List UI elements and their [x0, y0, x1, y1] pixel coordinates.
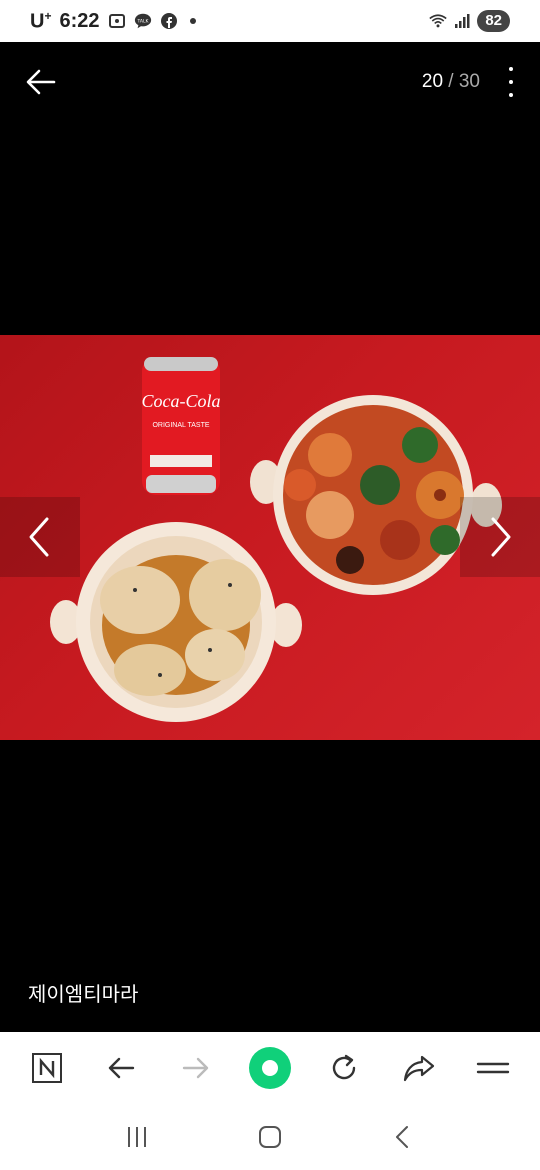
- share-button[interactable]: [395, 1044, 443, 1092]
- coke-can: Coca-Cola ORIGINAL TASTE: [142, 357, 221, 495]
- screenshot-icon: [108, 12, 126, 30]
- hamburger-menu-icon: [476, 1062, 510, 1074]
- system-back-button[interactable]: [379, 1113, 427, 1161]
- system-back-icon: [396, 1126, 409, 1148]
- status-left: U+ 6:22 TALK: [30, 9, 196, 34]
- counter-separator: /: [448, 71, 454, 92]
- next-image-button[interactable]: [460, 497, 540, 577]
- status-right: 82: [429, 10, 510, 32]
- wifi-icon: [429, 12, 448, 30]
- previous-image-button[interactable]: [0, 497, 80, 577]
- image-caption: 제이엠티마라: [28, 984, 139, 1006]
- food-photo[interactable]: Coca-Cola ORIGINAL TASTE: [0, 335, 540, 740]
- home-button[interactable]: [246, 1113, 294, 1161]
- browser-forward-button[interactable]: [172, 1044, 220, 1092]
- food-photo-illustration: Coca-Cola ORIGINAL TASTE: [50, 357, 502, 722]
- battery-indicator: 82: [477, 10, 510, 32]
- reload-button[interactable]: [320, 1044, 368, 1092]
- arrow-left-icon: [109, 1057, 135, 1079]
- carrier-label: U+: [30, 8, 52, 33]
- more-options-icon[interactable]: [506, 67, 516, 97]
- signal-icon: [453, 12, 471, 30]
- home-icon: [258, 1126, 281, 1148]
- chicken-bowl: [50, 522, 302, 722]
- recent-apps-button[interactable]: [113, 1113, 161, 1161]
- svg-text:Coca-Cola: Coca-Cola: [142, 391, 221, 411]
- naver-home-button[interactable]: [23, 1044, 71, 1092]
- reload-icon: [333, 1054, 356, 1080]
- status-bar: U+ 6:22 TALK 82: [0, 0, 540, 42]
- chevron-left-icon: [29, 517, 49, 557]
- talk-icon: TALK: [134, 12, 152, 30]
- browser-back-button[interactable]: [97, 1044, 145, 1092]
- clock: 6:22: [59, 9, 100, 32]
- browser-toolbar: [0, 1032, 540, 1104]
- chevron-right-icon: [491, 517, 511, 557]
- share-arrow-icon: [403, 1055, 434, 1082]
- viewer-top-bar: 20 / 30: [0, 42, 540, 122]
- facebook-icon: [160, 12, 178, 30]
- back-arrow-icon[interactable]: [24, 65, 58, 99]
- svg-text:TALK: TALK: [136, 18, 149, 24]
- green-dot-button[interactable]: [246, 1044, 294, 1092]
- notification-dot: [189, 18, 196, 24]
- menu-button[interactable]: [469, 1044, 517, 1092]
- svg-text:ORIGINAL TASTE: ORIGINAL TASTE: [152, 422, 209, 429]
- counter-current: 20: [421, 71, 444, 92]
- arrow-right-icon: [182, 1057, 208, 1079]
- recent-apps-icon: [127, 1127, 146, 1147]
- counter-total: 30: [458, 71, 480, 92]
- image-counter: 20 / 30: [422, 71, 480, 93]
- green-dot-icon: [248, 1047, 291, 1089]
- system-navigation-bar: [0, 1104, 540, 1170]
- naver-n-icon: [32, 1053, 63, 1083]
